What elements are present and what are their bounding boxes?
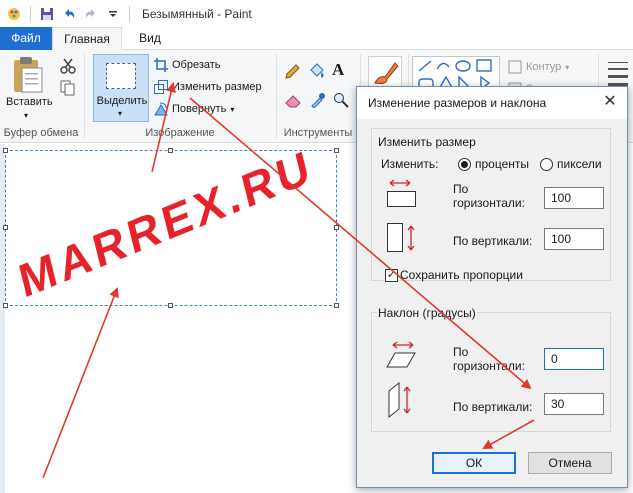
resize-horizontal-input[interactable]: 100 xyxy=(544,187,604,209)
horizontal-skew-icon xyxy=(386,341,416,368)
ok-button[interactable]: ОК xyxy=(432,452,516,474)
pixels-label[interactable]: пиксели xyxy=(557,157,602,171)
dialog-title: Изменение размеров и наклона xyxy=(368,96,547,110)
dialog-title-bar: Изменение размеров и наклона ✕ xyxy=(357,87,627,119)
resize-horizontal-label-2: горизонтали: xyxy=(453,196,525,210)
cancel-button[interactable]: Отмена xyxy=(528,452,612,474)
skew-horizontal-input[interactable]: 0 xyxy=(544,348,604,370)
keep-ratio-checkbox[interactable]: ✓ xyxy=(385,269,398,282)
vertical-resize-icon xyxy=(387,223,415,252)
vertical-skew-icon xyxy=(388,381,411,419)
resize-vertical-input[interactable]: 100 xyxy=(544,228,604,250)
dialog-body: Изменить размер Изменить: проценты пиксе… xyxy=(357,119,627,487)
skew-horizontal-label-1: По xyxy=(453,345,469,359)
skew-vertical-label: По вертикали: xyxy=(453,400,533,414)
percent-label[interactable]: проценты xyxy=(475,157,529,171)
horizontal-resize-icon xyxy=(387,179,416,207)
close-icon[interactable]: ✕ xyxy=(601,93,619,111)
resize-by-label: Изменить: xyxy=(381,157,439,171)
resize-horizontal-label-1: По xyxy=(453,182,469,196)
resize-legend: Изменить размер xyxy=(377,135,477,149)
keep-ratio-label[interactable]: Сохранить пропорции xyxy=(400,268,523,282)
skew-legend: Наклон (градусы) xyxy=(377,306,477,320)
skew-horizontal-label-2: горизонтали: xyxy=(453,359,525,373)
resize-skew-dialog: Изменение размеров и наклона ✕ Изменить … xyxy=(356,86,628,488)
percent-radio[interactable] xyxy=(458,158,471,171)
resize-vertical-label: По вертикали: xyxy=(453,234,533,248)
pixels-radio[interactable] xyxy=(540,158,553,171)
canvas-logo-text: MARREX.RU xyxy=(14,139,318,308)
skew-vertical-input[interactable]: 30 xyxy=(544,393,604,415)
